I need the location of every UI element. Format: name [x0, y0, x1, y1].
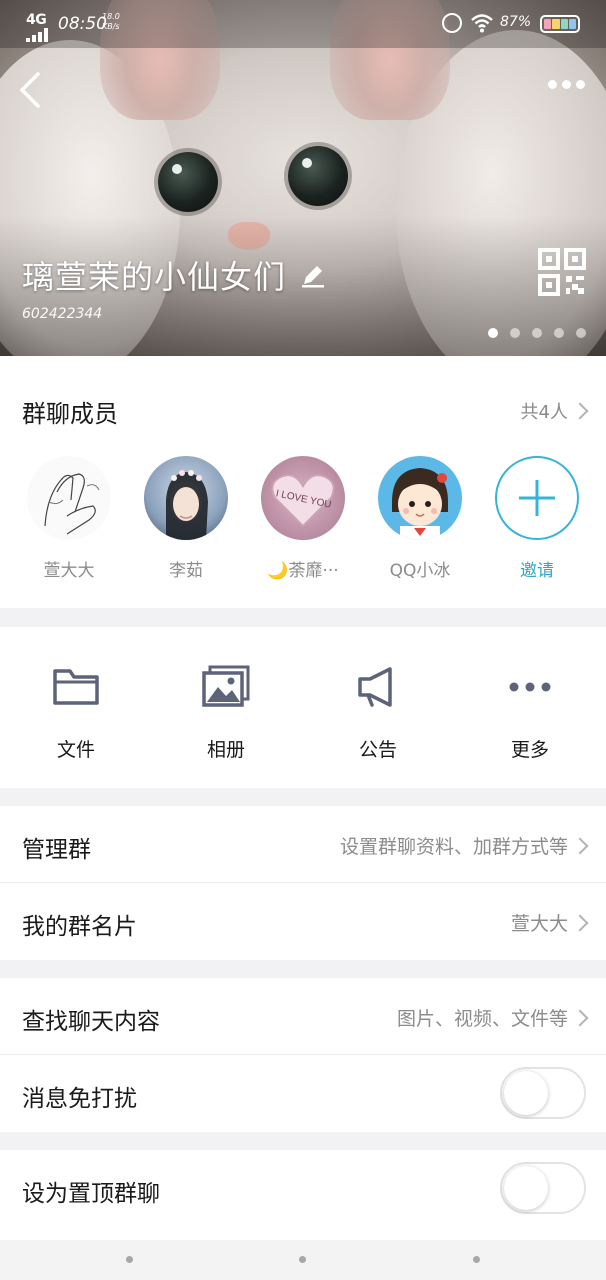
chevron-right-icon: [571, 402, 589, 420]
qr-code-icon[interactable]: [538, 248, 586, 296]
member-name: 李茹: [169, 561, 203, 581]
i-love-you-heart-avatar: I LOVE YOU: [261, 456, 345, 540]
members-count: 共4人: [520, 402, 568, 423]
status-bar: 4G 08:50 18.0 KB/s 87%: [0, 0, 606, 48]
settings-group-chat: 查找聊天内容 图片、视频、文件等 消息免打扰: [0, 978, 606, 1132]
action-label: 相册: [206, 739, 245, 761]
nav-home-button[interactable]: [299, 1256, 306, 1263]
settings-group-manage: 管理群 设置群聊资料、加群方式等 我的群名片 萱大大: [0, 806, 606, 960]
more-horizontal-icon: [509, 682, 551, 692]
chevron-right-icon: [571, 837, 589, 854]
pin-chat-toggle[interactable]: [500, 1162, 586, 1214]
row-value: 设置群聊资料、加群方式等: [340, 832, 589, 859]
carousel-dot: [488, 328, 498, 338]
pin-chat-row: 设为置顶群聊: [0, 1150, 606, 1227]
row-label: 设为置顶群聊: [22, 1181, 160, 1207]
member-item[interactable]: 李茹: [141, 456, 231, 581]
member-name: 萱大大: [43, 561, 95, 581]
members-title: 群聊成员: [22, 400, 118, 428]
member-item[interactable]: QQ小冰: [375, 456, 465, 581]
pencil-icon[interactable]: [300, 262, 326, 288]
carousel-dot: [576, 328, 586, 338]
member-item[interactable]: 萱大大: [24, 456, 114, 581]
manage-group-row[interactable]: 管理群 设置群聊资料、加群方式等: [0, 806, 606, 883]
more-dots-icon[interactable]: [548, 80, 585, 89]
invite-label: 邀请: [520, 561, 554, 581]
row-value: 图片、视频、文件等: [397, 1004, 589, 1031]
carousel-dot: [554, 328, 564, 338]
invite-button[interactable]: 邀请: [492, 456, 582, 581]
action-label: 更多: [510, 739, 549, 761]
back-chevron-icon[interactable]: [14, 70, 50, 110]
group-cover-image[interactable]: [0, 0, 606, 356]
cartoon-girl-avatar: [378, 456, 462, 540]
group-id: 602422344: [22, 306, 103, 322]
member-name: 🌙荼靡···: [267, 561, 339, 581]
files-button[interactable]: 文件: [16, 665, 136, 762]
add-icon: [495, 456, 579, 540]
carousel-indicator: [488, 328, 586, 338]
clock: 08:50: [58, 14, 107, 34]
chevron-right-icon: [571, 914, 589, 931]
row-label: 查找聊天内容: [22, 1009, 160, 1035]
battery-icon: [540, 15, 580, 33]
album-button[interactable]: 相册: [166, 665, 286, 762]
do-not-disturb-toggle[interactable]: [500, 1067, 586, 1119]
action-label: 文件: [56, 739, 95, 761]
members-count-link[interactable]: 共4人: [520, 398, 589, 424]
group-name[interactable]: 璃萱茉的小仙女们: [22, 252, 326, 298]
folder-icon: [53, 669, 99, 705]
chevron-right-icon: [571, 1009, 589, 1026]
sketch-hands-avatar: [27, 456, 111, 540]
member-name: QQ小冰: [389, 561, 451, 581]
member-item[interactable]: I LOVE YOU 🌙荼靡···: [258, 456, 348, 581]
action-label: 公告: [358, 739, 397, 761]
battery-percent: 87%: [500, 14, 532, 30]
alarm-icon: [442, 13, 462, 33]
photo-album-icon: [202, 665, 250, 707]
carousel-dot: [532, 328, 542, 338]
announcement-button[interactable]: 公告: [318, 665, 438, 762]
row-label: 管理群: [22, 837, 91, 863]
network-speed: 18.0 KB/s: [102, 12, 120, 31]
more-button[interactable]: 更多: [470, 665, 590, 762]
quick-actions: 文件 相册 公告 更多: [0, 627, 606, 788]
settings-group-pin: 设为置顶群聊: [0, 1150, 606, 1240]
group-name-text: 璃萱茉的小仙女们: [22, 258, 287, 296]
girl-flower-crown-avatar: [144, 456, 228, 540]
nav-menu-button[interactable]: [126, 1256, 133, 1263]
row-value: 萱大大: [511, 909, 589, 936]
nav-back-button[interactable]: [473, 1256, 480, 1263]
search-chat-row[interactable]: 查找聊天内容 图片、视频、文件等: [0, 978, 606, 1055]
my-group-card-row[interactable]: 我的群名片 萱大大: [0, 883, 606, 960]
row-label: 消息免打扰: [22, 1086, 137, 1112]
members-section: 群聊成员 共4人 萱大大 李茹 I LOVE YOU 🌙荼靡··· QQ小冰 邀…: [0, 356, 606, 608]
signal-icon: [26, 28, 50, 42]
row-label: 我的群名片: [22, 914, 137, 940]
wifi-icon: [471, 14, 493, 33]
network-type: 4G: [26, 12, 47, 28]
do-not-disturb-row: 消息免打扰: [0, 1055, 606, 1132]
system-nav-bar: [0, 1240, 606, 1280]
megaphone-icon: [358, 667, 392, 707]
carousel-dot: [510, 328, 520, 338]
